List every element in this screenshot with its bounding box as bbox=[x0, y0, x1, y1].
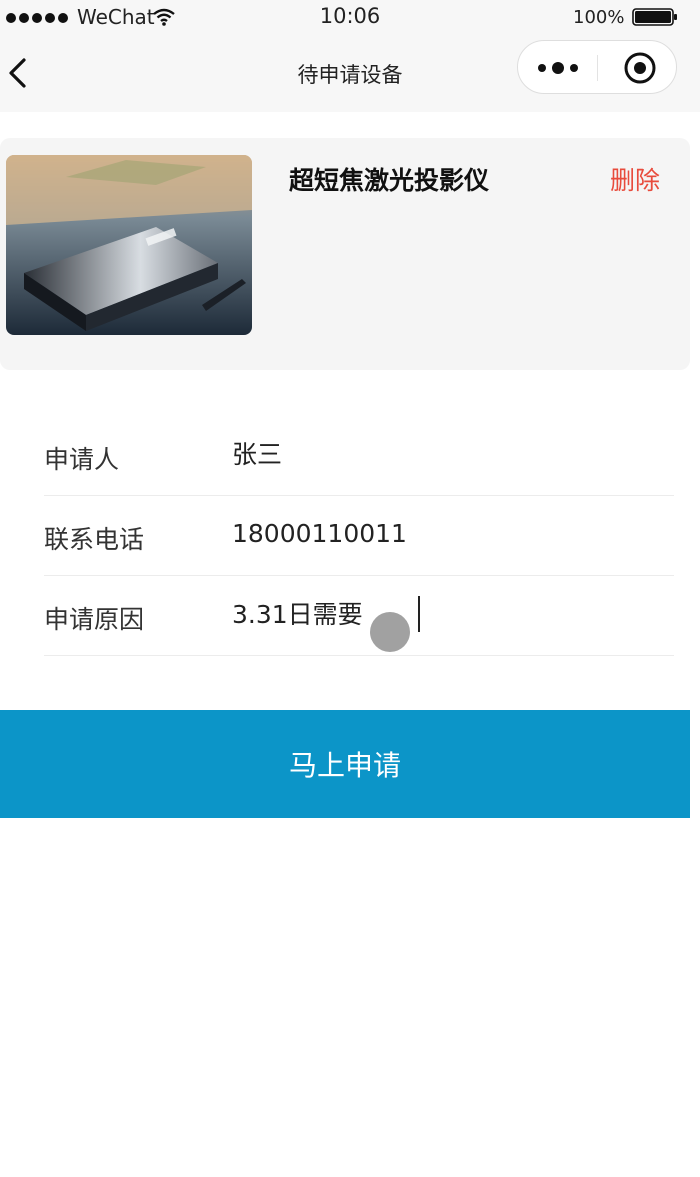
phone-input[interactable] bbox=[232, 510, 662, 556]
product-name: 超短焦激光投影仪 bbox=[289, 166, 490, 195]
more-icon[interactable] bbox=[536, 55, 580, 81]
capsule-divider bbox=[597, 55, 598, 81]
reason-label: 申请原因 bbox=[44, 605, 145, 634]
nav-bar: 待申请设备 bbox=[0, 32, 700, 112]
phone-row: 联系电话 bbox=[44, 496, 674, 576]
reason-row: 申请原因 bbox=[44, 576, 674, 656]
delete-button[interactable]: 删除 bbox=[610, 161, 660, 197]
applicant-label: 申请人 bbox=[44, 445, 120, 474]
applicant-row: 申请人 bbox=[44, 416, 674, 496]
battery-percent: 100% bbox=[573, 7, 625, 28]
mini-program-capsule bbox=[517, 40, 677, 94]
status-bar: WeChat 10:06 100% bbox=[0, 0, 700, 32]
apply-button[interactable]: 马上申请 bbox=[0, 710, 690, 818]
reason-input[interactable] bbox=[232, 590, 662, 636]
applicant-input[interactable] bbox=[232, 430, 662, 476]
text-cursor bbox=[418, 596, 420, 632]
touch-indicator bbox=[370, 612, 410, 652]
product-card: 超短焦激光投影仪 删除 bbox=[0, 138, 690, 370]
close-mini-program-icon[interactable] bbox=[622, 50, 658, 86]
phone-label: 联系电话 bbox=[44, 525, 145, 554]
projector-photo bbox=[6, 155, 252, 335]
battery-icon bbox=[632, 8, 677, 26]
product-image bbox=[6, 155, 252, 335]
